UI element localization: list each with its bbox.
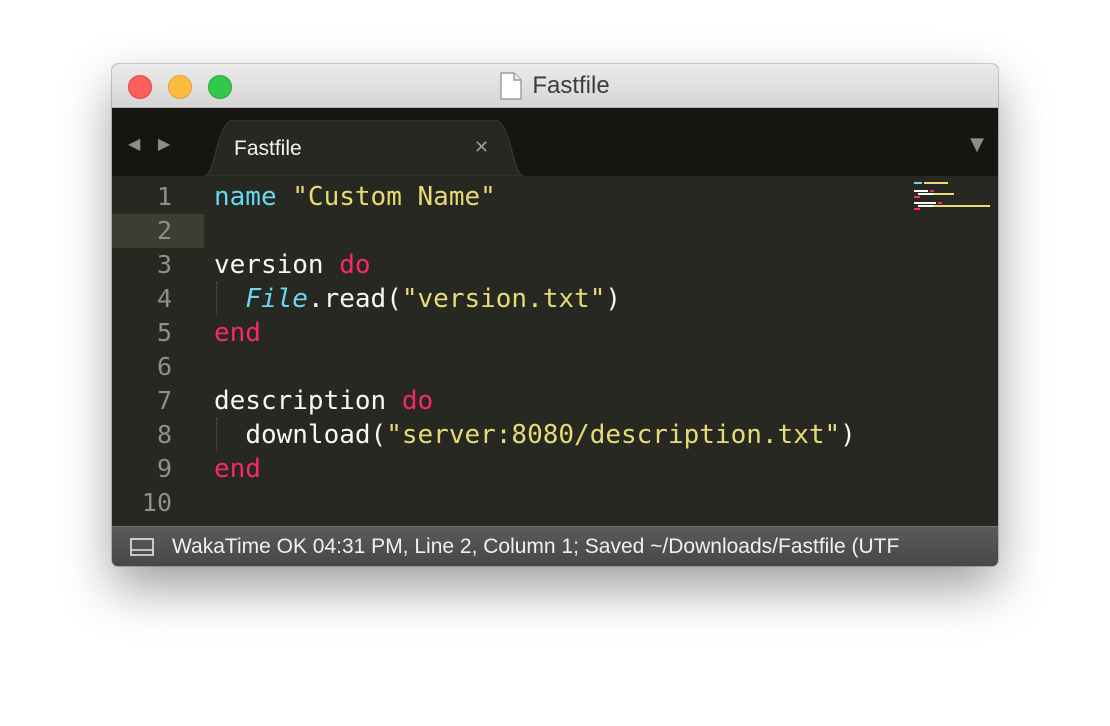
- code-line: File.read("version.txt"): [214, 282, 621, 316]
- tab-bar: ◀ ▶ Fastfile ✕ ▼: [112, 108, 998, 176]
- line-number: 8: [156, 420, 172, 449]
- tab-fastfile[interactable]: Fastfile ✕: [204, 120, 524, 176]
- minimap[interactable]: [914, 182, 994, 222]
- token-paren: ): [840, 420, 856, 450]
- title-bar: Fastfile: [112, 64, 998, 108]
- token-method: .read(: [307, 284, 402, 314]
- minimap-line: [914, 190, 928, 192]
- dropdown-icon[interactable]: ▼: [970, 134, 984, 155]
- document-icon: [500, 72, 522, 100]
- line-number: 9: [156, 454, 172, 483]
- tab-label: Fastfile: [234, 137, 302, 160]
- line-number: 3: [156, 250, 172, 279]
- minimap-line: [938, 202, 942, 204]
- token-identifier: description: [214, 386, 387, 416]
- token-paren: ): [605, 284, 622, 314]
- status-bar: WakaTime OK 04:31 PM, Line 2, Column 1; …: [112, 526, 998, 566]
- arrow-right-icon[interactable]: ▶: [158, 134, 170, 153]
- token-keyword: end: [214, 318, 261, 348]
- minimap-line: [914, 182, 922, 184]
- token-keyword: end: [214, 454, 261, 484]
- panel-toggle-icon[interactable]: [130, 538, 154, 560]
- window-title: Fastfile: [532, 72, 610, 99]
- title-container: Fastfile: [112, 64, 998, 108]
- minimap-line: [930, 190, 934, 192]
- minimap-line: [924, 182, 948, 184]
- code-line: end: [214, 452, 261, 486]
- minimap-line: [934, 193, 954, 195]
- line-number: 6: [156, 352, 172, 381]
- minimap-line: [914, 196, 920, 198]
- line-number-gutter: 1 2 3 4 5 6 7 8 9 10: [112, 176, 204, 526]
- code-line: version do: [214, 248, 371, 282]
- minimap-line: [918, 193, 934, 195]
- code-line: name "Custom Name": [214, 180, 496, 214]
- code-area[interactable]: name "Custom Name" version do File.read(…: [214, 176, 894, 526]
- token-string: "version.txt": [401, 284, 606, 314]
- token-keyword: do: [339, 250, 371, 280]
- editor-window: Fastfile ◀ ▶ Fastfile ✕ ▼ 1 2 3 4 5 6 7 …: [112, 64, 998, 566]
- code-line: download("server:8080/description.txt"): [214, 418, 856, 452]
- line-number: 7: [156, 386, 172, 415]
- line-number: 2: [156, 216, 172, 245]
- token-string: "Custom Name": [292, 182, 496, 212]
- minimap-line: [914, 208, 920, 210]
- line-number: 5: [156, 318, 172, 347]
- token-constant: File: [245, 284, 308, 314]
- line-number: 4: [156, 284, 172, 313]
- line-number: 10: [141, 488, 172, 517]
- code-editor[interactable]: 1 2 3 4 5 6 7 8 9 10 name "Custom Name" …: [112, 176, 998, 526]
- token-method: download(: [245, 420, 387, 450]
- token-identifier: name: [214, 182, 277, 212]
- token-keyword: do: [401, 386, 434, 416]
- code-line: end: [214, 316, 261, 350]
- arrow-left-icon[interactable]: ◀: [128, 134, 140, 153]
- minimap-line: [918, 205, 934, 207]
- line-number: 1: [156, 182, 172, 211]
- minimap-line: [914, 202, 936, 204]
- minimap-line: [934, 205, 990, 207]
- close-icon[interactable]: ✕: [474, 137, 489, 158]
- status-text: WakaTime OK 04:31 PM, Line 2, Column 1; …: [172, 535, 900, 558]
- code-line: description do: [214, 384, 433, 418]
- token-identifier: version: [214, 250, 324, 280]
- token-string: "server:8080/description.txt": [386, 420, 841, 450]
